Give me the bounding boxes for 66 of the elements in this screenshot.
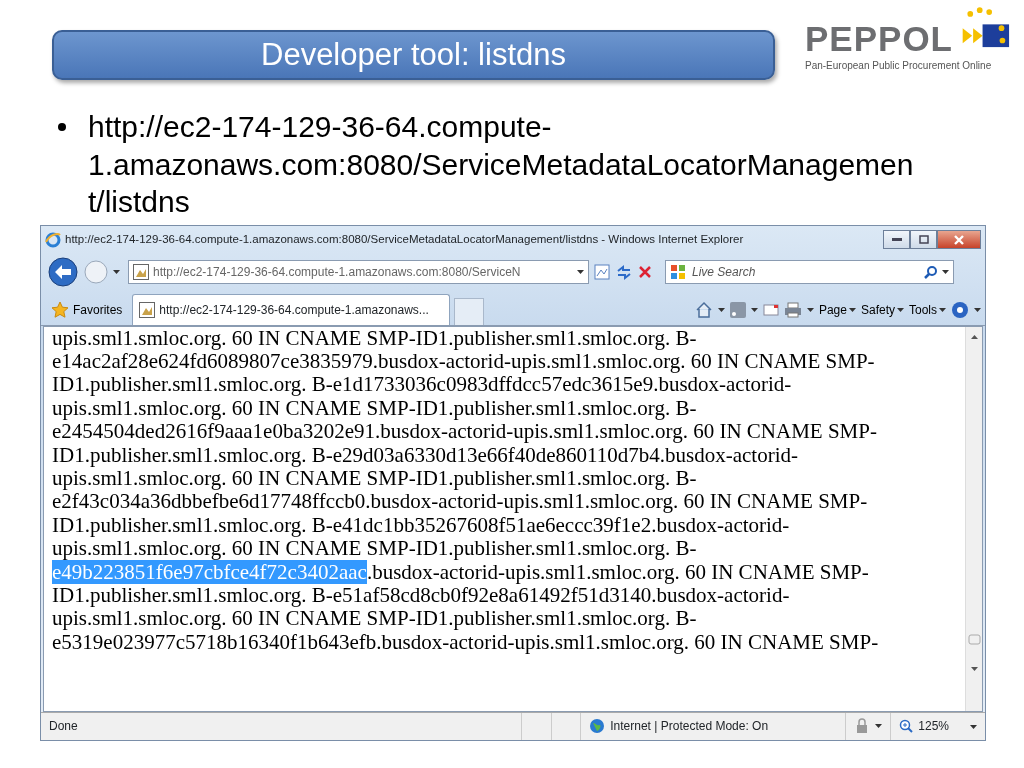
close-icon <box>954 234 964 245</box>
address-field[interactable]: http://ec2-174-129-36-64.compute-1.amazonaws.com:8080/ServiceN <box>128 259 589 284</box>
refresh-icon[interactable] <box>615 262 633 281</box>
logo-wordmark: PEPPOL <box>805 21 953 56</box>
caret-icon <box>875 724 883 728</box>
page-text: ID1.publisher.sml1.smloc.org. B-e29d03a6330d13e66f40de860110d7b4.busdox-actorid- <box>52 443 799 467</box>
caret-icon <box>113 269 120 274</box>
zone-status: Internet | Protected Mode: On <box>581 712 847 740</box>
bullet-icon <box>58 123 66 131</box>
page-text: upis.sml1.smloc.org. 60 IN CNAME SMP-ID1.publisher.sml1.smloc.org. B- <box>52 607 698 631</box>
zoom-icon <box>899 719 914 733</box>
globe-icon <box>589 718 606 734</box>
status-text: Done <box>41 712 522 740</box>
page-text: e14ac2af28e624fd6089807ce3835979.busdox-actorid-upis.sml1.smloc.org. 60 IN CNAME SMP- <box>52 349 876 374</box>
minimize-icon <box>891 237 902 242</box>
menu-button[interactable]: Safety <box>860 300 904 319</box>
page-text: upis.sml1.smloc.org. 60 IN CNAME SMP-ID1.publisher.sml1.smloc.org. B- <box>52 537 698 561</box>
maximize-icon <box>918 235 929 244</box>
page-text: e2f43c034a36dbbefbe6d17748ffccb0.busdox-actorid-upis.sml1.smloc.org. 60 IN CNAME SMP- <box>52 490 869 514</box>
caret-icon <box>897 307 904 312</box>
close-button[interactable] <box>937 230 981 249</box>
menu-button[interactable]: Tools <box>909 300 946 319</box>
logo-tagline: Pan-European Public Procurement Online <box>805 59 993 73</box>
page-text: upis.sml1.smloc.org. 60 IN CNAME SMP-ID1.publisher.sml1.smloc.org. B- <box>52 396 698 421</box>
page-text: upis.sml1.smloc.org. 60 IN CNAME SMP-ID1.publisher.sml1.smloc.org. B- <box>52 466 698 491</box>
caret-icon <box>806 307 814 312</box>
page-text: e2454504ded2616f9aaa1e0ba3202e91.busdox-actorid-upis.sml1.smloc.org. 60 IN CNAME SMP- <box>52 420 878 444</box>
page-text: upis.sml1.smloc.org. 60 IN CNAME SMP-ID1.publisher.sml1.smloc.org. B- <box>52 326 698 350</box>
zoom-button[interactable]: 125% <box>891 712 985 740</box>
favorites-button[interactable]: Favorites <box>45 294 129 325</box>
caret-icon <box>848 307 856 312</box>
caret-icon <box>939 307 946 312</box>
search-box[interactable]: Live Search <box>665 259 954 284</box>
caret-icon <box>970 724 977 729</box>
bullet-text: 1.amazonaws.com:8080/ServiceMetadataLocatorManagemen <box>88 146 914 183</box>
bullet-text: http://ec2-174-129-36-64.compute- <box>88 109 553 145</box>
mail-icon[interactable] <box>762 302 779 317</box>
stop-icon[interactable] <box>637 263 653 280</box>
menu-button[interactable]: Page <box>818 300 856 319</box>
page-text: ID1.publisher.sml1.smloc.org. B-e1d1733036c0983dffdcc57edc3615e9.busdox-actorid- <box>52 373 793 397</box>
page-icon <box>133 263 149 280</box>
caret-icon <box>717 307 725 312</box>
star-icon <box>51 300 69 319</box>
printer-icon[interactable] <box>783 301 802 318</box>
scrollbar[interactable] <box>965 326 982 711</box>
selected-text: e49b223851f6e97cbfce4f72c3402aac <box>52 559 367 584</box>
maximize-button[interactable] <box>910 230 937 249</box>
caret-icon <box>974 307 981 312</box>
window-title: http://ec2-174-129-36-64.compute-1.amazonaws.com:8080/ServiceMetadataLocatorManagement/listdns - Windows Internet Explorer <box>65 231 744 247</box>
browser-logo-icon <box>45 231 61 248</box>
browser-tab[interactable]: http://ec2-174-129-36-64.compute-1.amazonaws... <box>132 293 451 325</box>
search-icon <box>924 264 938 279</box>
minimize-button[interactable] <box>883 230 910 249</box>
caret-icon <box>577 269 584 274</box>
page-text: .busdox-actorid-upis.sml1.smloc.org. 60 IN CNAME SMP- <box>366 559 869 584</box>
caret-icon <box>750 307 758 312</box>
page-icon <box>139 301 156 318</box>
home-icon[interactable] <box>694 300 713 319</box>
back-button[interactable] <box>47 255 79 288</box>
page-text: ID1.publisher.sml1.smloc.org. B-e51af58cd8cb0f92e8a61492f51d3140.busdox-actorid- <box>52 583 791 608</box>
page-text: e5319e023977c5718b16340f1b643efb.busdox-actorid-upis.sml1.smloc.org. 60 IN CNAME SMP- <box>52 630 880 655</box>
bullet-text: t/listdns <box>88 184 191 220</box>
slide-title: Developer tool: listdns <box>52 30 775 80</box>
windows-logo-icon <box>670 263 686 280</box>
page-text: ID1.publisher.sml1.smloc.org. B-e41dc1bb35267608f51ae6eccc39f1e2.busdox-actorid- <box>52 513 791 538</box>
caret-icon <box>942 269 949 274</box>
